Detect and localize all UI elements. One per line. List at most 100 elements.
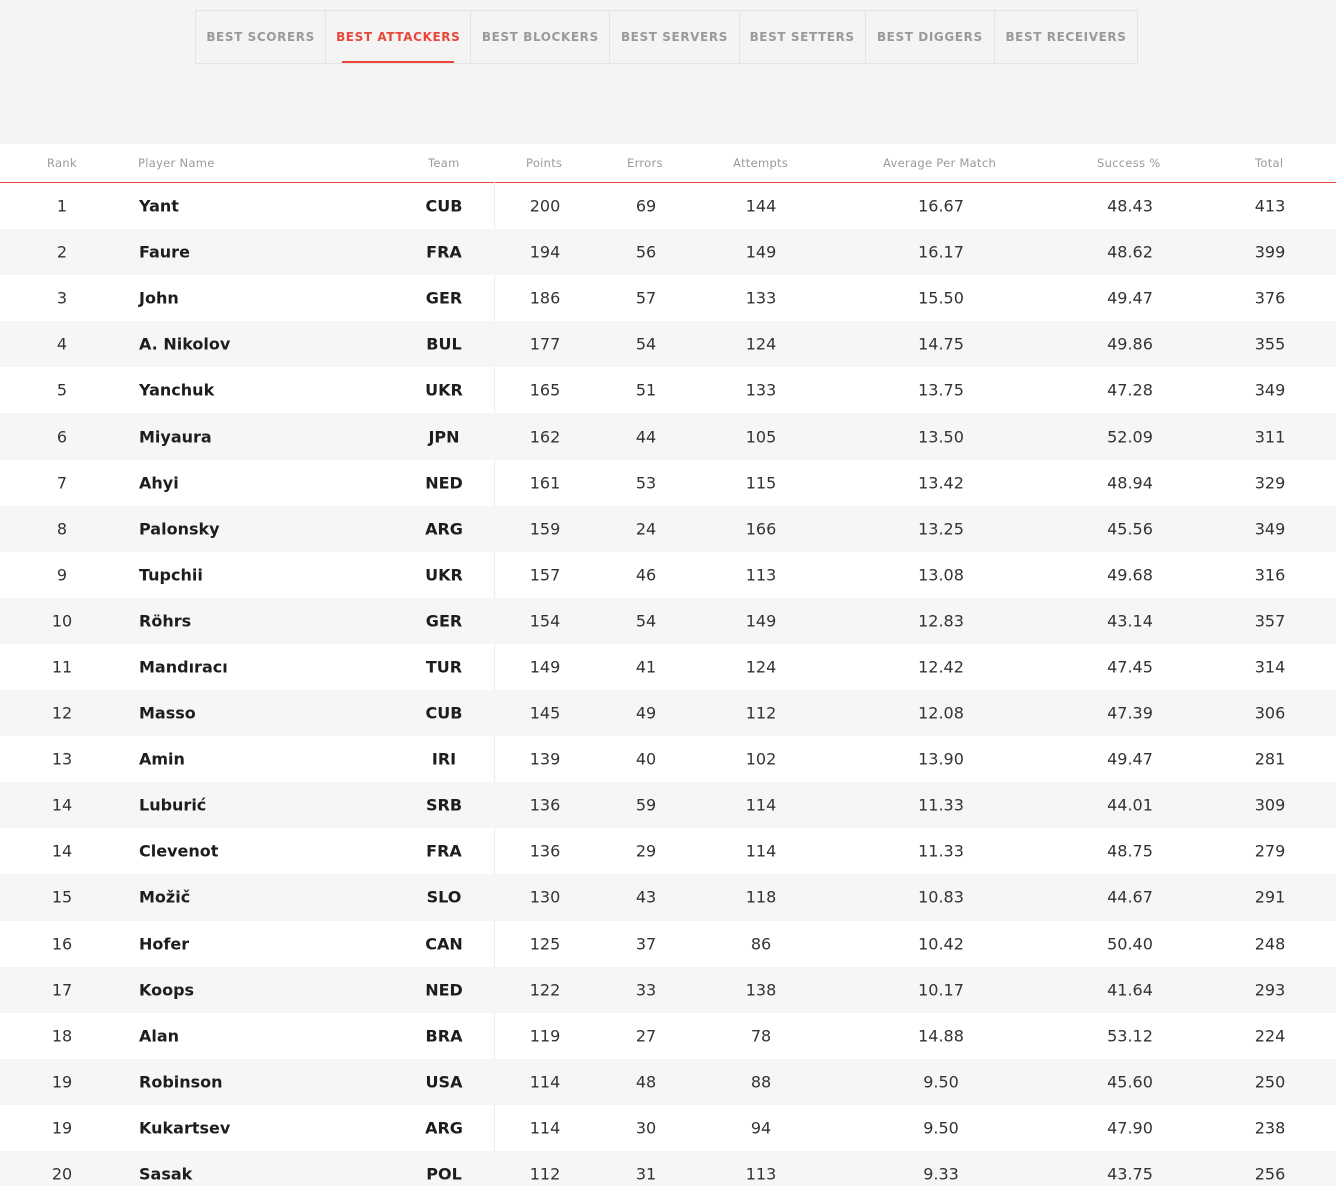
total-cell: 349: [1254, 380, 1286, 400]
player-name-cell[interactable]: Yanchuk: [139, 381, 214, 400]
header-attempts[interactable]: Attempts: [733, 156, 788, 170]
attempts-cell: 133: [745, 380, 777, 400]
player-name-cell[interactable]: Tupchii: [139, 565, 203, 584]
rank-cell: 13: [51, 749, 73, 769]
player-name-cell[interactable]: Röhrs: [139, 611, 191, 630]
header-team[interactable]: Team: [428, 156, 460, 170]
average-per-match-cell: 14.88: [918, 1026, 964, 1046]
points-cell: 136: [529, 795, 561, 815]
player-name-cell[interactable]: Masso: [139, 704, 196, 723]
player-name-cell[interactable]: Koops: [139, 980, 194, 999]
rank-cell: 7: [56, 473, 68, 493]
header-average-per-match[interactable]: Average Per Match: [883, 156, 996, 170]
header-rank[interactable]: Rank: [47, 156, 77, 170]
tab-best-receivers[interactable]: BEST RECEIVERS: [995, 11, 1137, 63]
player-name-cell[interactable]: Možič: [139, 888, 190, 907]
player-name-cell[interactable]: Ahyi: [139, 473, 179, 492]
player-name-cell[interactable]: Sasak: [139, 1165, 192, 1184]
player-name-cell[interactable]: Alan: [139, 1026, 179, 1045]
table-row[interactable]: 12 Masso CUB 145 49 112 12.08 47.39 306: [0, 690, 1336, 737]
tab-label: BEST SCORERS: [206, 30, 315, 44]
table-row[interactable]: 6 Miyaura JPN 162 44 105 13.50 52.09 311: [0, 413, 1336, 460]
player-name-cell[interactable]: Luburić: [139, 796, 206, 815]
average-per-match-cell: 15.50: [918, 288, 964, 308]
table-row[interactable]: 16 Hofer CAN 125 37 86 10.42 50.40 248: [0, 921, 1336, 967]
table-row[interactable]: 3 John GER 186 57 133 15.50 49.47 376: [0, 275, 1336, 321]
team-cell: UKR: [425, 565, 463, 585]
table-row[interactable]: 11 Mandıracı TUR 149 41 124 12.42 47.45 314: [0, 644, 1336, 690]
active-tab-underline: [342, 61, 455, 63]
header-success-percent[interactable]: Success %: [1097, 156, 1161, 170]
tab-best-attackers[interactable]: BEST ATTACKERS: [326, 11, 472, 63]
table-row[interactable]: 14 Clevenot FRA 136 29 114 11.33 48.75 279: [0, 828, 1336, 874]
table-row[interactable]: 18 Alan BRA 119 27 78 14.88 53.12 224: [0, 1013, 1336, 1059]
player-name-cell[interactable]: Mandıracı: [139, 657, 228, 676]
team-cell: FRA: [426, 242, 462, 262]
player-name-cell[interactable]: Hofer: [139, 934, 189, 953]
attempts-cell: 114: [745, 841, 777, 861]
attackers-table: Rank Player Name Team Points Errors Atte…: [0, 144, 1336, 1186]
table-row[interactable]: 5 Yanchuk UKR 165 51 133 13.75 47.28 349: [0, 367, 1336, 413]
header-errors[interactable]: Errors: [627, 156, 663, 170]
team-cell: SLO: [426, 887, 462, 907]
table-row[interactable]: 7 Ahyi NED 161 53 115 13.42 48.94 329: [0, 460, 1336, 506]
points-cell: 194: [529, 242, 561, 262]
player-name-cell[interactable]: A. Nikolov: [139, 335, 230, 354]
player-name-cell[interactable]: Yant: [139, 197, 179, 216]
team-cell: POL: [426, 1164, 462, 1184]
header-player-name[interactable]: Player Name: [138, 156, 215, 170]
average-per-match-cell: 16.17: [918, 242, 964, 262]
tab-best-scorers[interactable]: BEST SCORERS: [196, 11, 327, 63]
player-name-cell[interactable]: Amin: [139, 750, 185, 769]
points-cell: 165: [529, 380, 561, 400]
tab-best-setters[interactable]: BEST SETTERS: [740, 11, 866, 63]
table-row[interactable]: 2 Faure FRA 194 56 149 16.17 48.62 399: [0, 229, 1336, 276]
tab-best-blockers[interactable]: BEST BLOCKERS: [471, 11, 611, 63]
player-name-cell[interactable]: Palonsky: [139, 519, 220, 538]
table-row[interactable]: 17 Koops NED 122 33 138 10.17 41.64 293: [0, 966, 1336, 1013]
average-per-match-cell: 10.17: [918, 980, 964, 1000]
average-per-match-cell: 13.25: [918, 519, 964, 539]
success-percent-cell: 49.47: [1107, 749, 1153, 769]
success-percent-cell: 45.60: [1107, 1072, 1153, 1092]
success-percent-cell: 43.75: [1107, 1164, 1153, 1184]
success-percent-cell: 49.68: [1107, 565, 1153, 585]
rank-cell: 15: [51, 887, 73, 907]
table-row[interactable]: 14 Luburić SRB 136 59 114 11.33 44.01 309: [0, 782, 1336, 829]
player-name-cell[interactable]: John: [139, 289, 179, 308]
table-row[interactable]: 19 Robinson USA 114 48 88 9.50 45.60 250: [0, 1058, 1336, 1105]
total-cell: 281: [1254, 749, 1286, 769]
success-percent-cell: 50.40: [1107, 934, 1153, 954]
total-cell: 248: [1254, 934, 1286, 954]
rank-cell: 14: [51, 841, 73, 861]
table-row[interactable]: 1 Yant CUB 200 69 144 16.67 48.43 413: [0, 183, 1336, 229]
attempts-cell: 138: [745, 980, 777, 1000]
header-points[interactable]: Points: [526, 156, 562, 170]
table-row[interactable]: 15 Možič SLO 130 43 118 10.83 44.67 291: [0, 874, 1336, 921]
header-total[interactable]: Total: [1255, 156, 1283, 170]
table-row[interactable]: 4 A. Nikolov BUL 177 54 124 14.75 49.86 355: [0, 321, 1336, 368]
average-per-match-cell: 16.67: [918, 196, 964, 216]
player-name-cell[interactable]: Miyaura: [139, 427, 212, 446]
errors-cell: 41: [635, 657, 657, 677]
player-name-cell[interactable]: Robinson: [139, 1072, 223, 1091]
table-row[interactable]: 10 Röhrs GER 154 54 149 12.83 43.14 357: [0, 597, 1336, 644]
table-row[interactable]: 19 Kukartsev ARG 114 30 94 9.50 47.90 238: [0, 1105, 1336, 1151]
tab-best-servers[interactable]: BEST SERVERS: [610, 11, 740, 63]
player-name-cell[interactable]: Kukartsev: [139, 1118, 230, 1137]
errors-cell: 48: [635, 1072, 657, 1092]
points-cell: 122: [529, 980, 561, 1000]
player-name-cell[interactable]: Clevenot: [139, 842, 218, 861]
errors-cell: 54: [635, 334, 657, 354]
team-cell: BRA: [425, 1026, 463, 1046]
player-name-cell[interactable]: Faure: [139, 243, 190, 262]
points-cell: 177: [529, 334, 561, 354]
tab-best-diggers[interactable]: BEST DIGGERS: [866, 11, 995, 63]
table-row[interactable]: 13 Amin IRI 139 40 102 13.90 49.47 281: [0, 736, 1336, 782]
table-row[interactable]: 20 Sasak POL 112 31 113 9.33 43.75 256: [0, 1150, 1336, 1186]
attempts-cell: 94: [750, 1118, 772, 1138]
tab-label: BEST RECEIVERS: [1005, 30, 1127, 44]
table-row[interactable]: 8 Palonsky ARG 159 24 166 13.25 45.56 349: [0, 505, 1336, 552]
attempts-cell: 124: [745, 334, 777, 354]
table-row[interactable]: 9 Tupchii UKR 157 46 113 13.08 49.68 316: [0, 552, 1336, 598]
